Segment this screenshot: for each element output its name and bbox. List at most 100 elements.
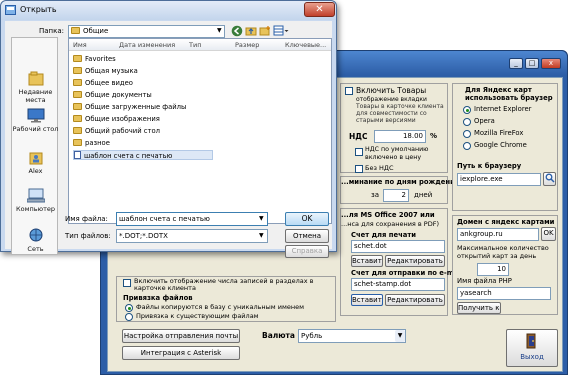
currency-value: Рубль <box>301 332 323 340</box>
birthday-label: ...минание по дням рождения <box>341 178 460 186</box>
birthday-panel: ...минание по дням рождения за 2 дней <box>340 176 459 204</box>
edit-email-button[interactable]: Редактировать <box>385 294 445 306</box>
php-input[interactable]: yasearch <box>457 287 551 300</box>
filetype-dropdown-icon[interactable]: ▼ <box>259 232 264 239</box>
goods-checkbox[interactable] <box>345 87 353 95</box>
nds-default-label: НДС по умолчанию включено в цену <box>365 146 429 161</box>
new-folder-icon[interactable] <box>259 25 271 37</box>
view-menu-icon[interactable] <box>273 25 289 37</box>
insert-email-button[interactable]: Вставить <box>351 294 383 306</box>
help-button[interactable]: Справка <box>285 245 329 258</box>
browser-radio-ie[interactable] <box>463 106 471 114</box>
attach-copy-radio[interactable] <box>125 304 133 312</box>
list-item[interactable]: Общие загруженные файлы <box>73 102 327 112</box>
browser-label-chrome: Google Chrome <box>474 141 527 149</box>
col-type[interactable]: Тип <box>189 41 201 49</box>
currency-dropdown-icon[interactable]: ▼ <box>395 330 405 342</box>
dialog-titlebar: Открыть ✕ <box>1 1 336 20</box>
mail-settings-button[interactable]: Настройка отправления почты <box>122 329 240 343</box>
attach-link-radio[interactable] <box>125 313 133 321</box>
place-recent[interactable]: Недавние места <box>12 71 59 104</box>
folder-select[interactable]: Общие <box>68 25 225 38</box>
column-header: Имя Дата изменения Тип Размер Ключевые..… <box>69 39 331 51</box>
list-item[interactable]: Общие документы <box>73 90 327 100</box>
browser-label-firefox: Mozilla FireFox <box>474 129 524 137</box>
filename-dropdown-icon[interactable]: ▼ <box>259 215 264 222</box>
filename-input[interactable]: шаблон счета с печатью <box>116 212 268 226</box>
attach-label: Привязка файлов <box>123 294 193 302</box>
max-cards-input[interactable]: 10 <box>477 263 509 276</box>
folder-value: Общие <box>83 27 109 35</box>
list-item[interactable]: Общее видео <box>73 78 327 88</box>
nds-label: НДС <box>349 132 368 141</box>
place-network[interactable]: Сеть <box>12 228 59 253</box>
place-user-label: Alex <box>28 167 43 175</box>
open-dialog: Открыть ✕ Папка: Общие ▼ Недавние места … <box>0 0 337 258</box>
asterisk-button[interactable]: Интеграция с Asterisk <box>122 346 240 360</box>
insert-print-button[interactable]: Вставить <box>351 255 383 267</box>
list-item[interactable]: разное <box>73 138 327 148</box>
col-size[interactable]: Размер <box>235 41 259 49</box>
place-user[interactable]: Alex <box>12 150 59 175</box>
office-label-1: ...ля MS Office 2007 или <box>341 211 435 219</box>
place-desktop[interactable]: Рабочий стол <box>12 108 59 133</box>
currency-select[interactable]: Рубль <box>298 329 406 343</box>
dialog-close-button[interactable]: ✕ <box>304 2 335 17</box>
maximize-button[interactable]: □ <box>525 58 539 69</box>
email-invoice-label: Счет для отправки по e-mail <box>351 269 464 277</box>
browser-path-input[interactable]: iexplore.exe <box>457 173 541 186</box>
col-keywords[interactable]: Ключевые... <box>285 41 326 49</box>
nds-input[interactable]: 18.00 <box>374 130 426 143</box>
filename-label: Имя файла: <box>65 215 108 223</box>
browser-radio-firefox[interactable] <box>463 130 471 138</box>
close-button[interactable]: x <box>541 58 561 69</box>
attach-panel: Включить отображение числа записей в раз… <box>116 276 336 322</box>
folder-dropdown-icon[interactable]: ▼ <box>217 27 222 34</box>
list-item-label: Общие загруженные файлы <box>85 103 187 111</box>
get-code-button[interactable]: Получить код <box>457 302 501 314</box>
minimize-button[interactable]: _ <box>509 58 523 69</box>
folder-icon <box>73 115 82 122</box>
place-desktop-label: Рабочий стол <box>12 125 59 133</box>
list-item-selected[interactable]: шаблон счета с печатью <box>73 150 213 160</box>
attach-link-label: Привязка к существующим файлам <box>136 312 259 320</box>
email-invoice-input[interactable]: schet-stamp.dot <box>351 278 445 291</box>
browser-radio-chrome[interactable] <box>463 142 471 150</box>
no-nds-checkbox[interactable] <box>355 165 363 173</box>
yandex-ok-button[interactable]: OK <box>541 227 556 241</box>
computer-icon <box>26 188 45 203</box>
list-item[interactable]: Общий рабочий стол <box>73 126 327 136</box>
birthday-days-input[interactable]: 2 <box>383 189 409 202</box>
nds-default-checkbox[interactable] <box>355 148 363 156</box>
back-icon[interactable] <box>231 25 243 37</box>
records-checkbox[interactable] <box>123 279 131 287</box>
col-name[interactable]: Имя <box>73 41 87 49</box>
list-item[interactable]: Favorites <box>73 54 327 64</box>
list-item-label: Общие изображения <box>85 115 160 123</box>
exit-button-label: Выход <box>520 353 544 361</box>
list-item[interactable]: Общая музыка <box>73 66 327 76</box>
file-list[interactable]: Имя Дата изменения Тип Размер Ключевые..… <box>68 38 332 224</box>
cancel-button[interactable]: Отмена <box>285 229 329 243</box>
filetype-select[interactable]: *.DOT;*.DOTX <box>116 229 268 243</box>
ok-button[interactable]: OK <box>285 212 329 226</box>
exit-button[interactable]: Выход <box>506 329 558 367</box>
print-invoice-input[interactable]: schet.dot <box>351 240 445 253</box>
browser-radio-opera[interactable] <box>463 118 471 126</box>
filetype-label: Тип файлов: <box>65 232 111 240</box>
tabs-note: отображение вкладки <box>356 96 427 103</box>
folder-icon <box>73 67 82 74</box>
nds-unit: % <box>430 132 438 140</box>
list-item-label: Favorites <box>85 55 116 63</box>
place-computer[interactable]: Компьютер <box>12 188 59 213</box>
goods-nds-panel: Включить Товары отображение вкладки Това… <box>340 83 448 173</box>
exit-door-icon <box>526 333 536 349</box>
col-date[interactable]: Дата изменения <box>119 41 175 49</box>
browse-search-button[interactable] <box>543 172 556 186</box>
yandex-domain-input[interactable]: ankgroup.ru <box>457 228 539 241</box>
list-item[interactable]: Общие изображения <box>73 114 327 124</box>
up-folder-icon[interactable] <box>245 25 257 37</box>
magnifier-icon <box>545 173 555 183</box>
place-computer-label: Компьютер <box>16 205 55 213</box>
edit-print-button[interactable]: Редактировать <box>385 255 445 267</box>
